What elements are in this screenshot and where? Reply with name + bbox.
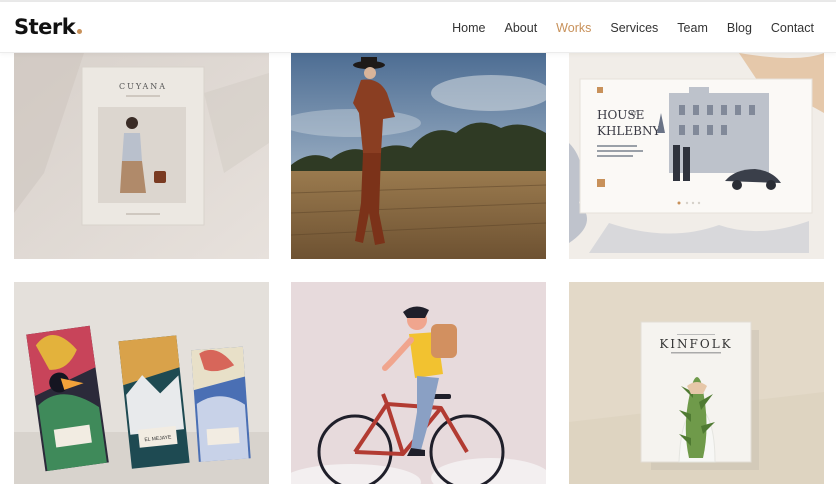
nav-about[interactable]: About (505, 21, 538, 35)
khlebny-title-small: AT (629, 111, 637, 117)
brand-name: Sterk (14, 15, 76, 39)
cuyana-image: CUYANA (14, 53, 269, 259)
main-nav: Home About Works Services Team Blog Cont… (433, 2, 814, 53)
kinfolk-image: KINFOLK (569, 282, 824, 484)
portfolio-grid: CUYANA HOUSE AT KHLEBNY EL MEJAYE KINFOL… (0, 53, 836, 484)
nav-contact[interactable]: Contact (771, 21, 814, 35)
khlebny-title-line1: HOUSE (597, 108, 644, 122)
nav-home[interactable]: Home (452, 21, 485, 35)
nav-works[interactable]: Works (556, 21, 591, 35)
khlebny-title-line2: KHLEBNY (597, 124, 661, 138)
packaging-image: EL MEJAYE (14, 282, 269, 484)
brand-logo[interactable]: Sterk (14, 15, 83, 39)
khlebny-image: HOUSE AT KHLEBNY (569, 53, 824, 259)
portfolio-item-cuyana[interactable]: CUYANA (14, 53, 269, 259)
portfolio-item-packaging[interactable]: EL MEJAYE (14, 282, 269, 484)
site-header: Sterk Home About Works Services Team Blo… (0, 2, 836, 53)
portfolio-item-kinfolk[interactable]: KINFOLK (569, 282, 824, 484)
portfolio-item-field-model[interactable] (291, 53, 546, 259)
nav-team[interactable]: Team (677, 21, 708, 35)
portfolio-item-khlebny[interactable]: HOUSE AT KHLEBNY (569, 53, 824, 259)
nav-blog[interactable]: Blog (727, 21, 752, 35)
brand-dot (77, 29, 83, 34)
kinfolk-title: KINFOLK (659, 337, 732, 351)
cyclist-illustration (291, 282, 546, 484)
field-model-photo (291, 53, 546, 259)
nav-services[interactable]: Services (610, 21, 658, 35)
portfolio-item-cyclist[interactable] (291, 282, 546, 484)
cuyana-title: CUYANA (119, 82, 167, 91)
